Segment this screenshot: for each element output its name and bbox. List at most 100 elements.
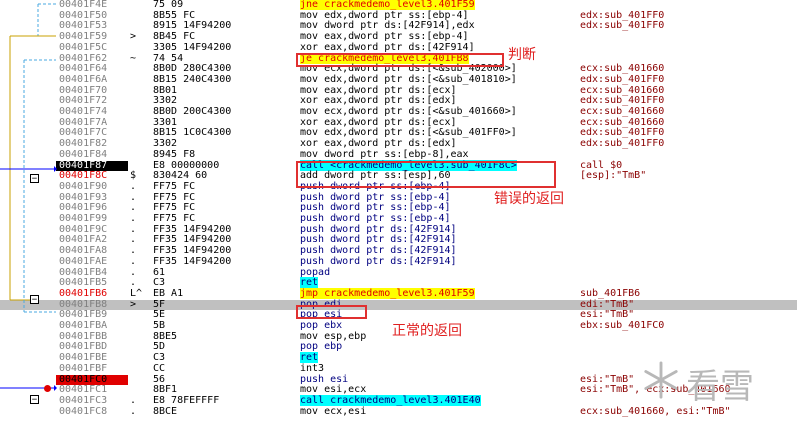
row-instruction: mov dword ptr ss:[ebp-8],eax [300, 148, 575, 161]
instruction-text: int3 [300, 362, 325, 374]
annotation-judge: 判断 [508, 47, 536, 63]
row-address: 00401F5C [59, 41, 108, 53]
row-comment: edx:sub_401FF0 [580, 73, 665, 85]
row-marker [130, 43, 152, 54]
instruction-text: xor eax,dword ptr ds:[42F914] [300, 41, 475, 53]
row-marker: . [130, 405, 137, 417]
disasm-row[interactable]: 00401FBD 5D pop ebp [0, 342, 797, 353]
row-marker [130, 64, 152, 75]
instruction-text: xor eax,dword ptr ds:[ecx] [300, 116, 457, 128]
jump-arrows-gutter [0, 3, 57, 391]
row-marker [130, 107, 152, 118]
row-address: 00401F84 [59, 148, 108, 160]
row-marker [130, 118, 152, 129]
annotation-normal-return: 正常的返回 [392, 323, 462, 339]
instruction-text: xor eax,dword ptr ds:[edx] [300, 95, 457, 107]
instruction-text: push dword ptr ds:[42F914] [300, 245, 457, 257]
instruction-text: mov eax,dword ptr ds:[ecx] [300, 84, 457, 96]
row-address: 00401FC8 [59, 405, 108, 417]
row-marker [130, 342, 152, 353]
instruction-text: mov edx,dword ptr ds:[<&sub_401810>] [300, 73, 517, 85]
row-comment [580, 225, 795, 236]
row-address: 00401FBF [59, 362, 108, 374]
row-marker [130, 75, 152, 86]
row-comment: [esp]:"TmB" [580, 170, 647, 182]
row-bytes: FF75 FC [153, 180, 196, 192]
row-comment [580, 43, 795, 54]
row-marker: . [130, 394, 137, 406]
disasm-row[interactable]: 00401FB6 L^ EB A1 jmp crackmedemo_level3.40… [0, 287, 797, 300]
instruction-text: mov edx,dword ptr ds:[<&sub_401FF0>] [300, 127, 517, 139]
row-comment: ebx:sub_401FC0 [580, 320, 665, 331]
disasm-row[interactable]: 00401FC8. 8BCE mov ecx,esi ecx:sub_401660, … [0, 405, 797, 418]
row-marker [130, 375, 152, 386]
row-comment [580, 235, 795, 246]
highlight-box-pop [296, 305, 367, 319]
instruction-text: mov dword ptr ss:[ebp-8],eax [300, 148, 469, 160]
row-comment: edx:sub_401FF0 [580, 20, 665, 32]
row-comment [580, 32, 795, 43]
annotation-wrong-return: 错误的返回 [494, 191, 564, 207]
instruction-text: mov esp,ebp [300, 330, 367, 342]
row-comment [580, 342, 795, 353]
row-address: 00401F90 [59, 180, 108, 192]
disasm-row[interactable]: 00401FB8 >5F pop edi edi:"TmB" [0, 298, 797, 311]
row-comment [580, 246, 795, 257]
row-comment: edx:sub_401FF0 [580, 138, 665, 150]
row-instruction: push dword ptr ds:[42F914] [300, 256, 575, 268]
row-comment [580, 257, 795, 268]
instruction-text: pop ebx [300, 320, 343, 331]
disasm-row[interactable]: 00401FB4. 61 popad [0, 266, 797, 279]
row-marker [130, 150, 152, 161]
row-address: 00401F6A [59, 73, 108, 85]
row-marker [130, 321, 152, 332]
disasm-row[interactable]: 00401F5C 3305 14F94200 xor eax,dword ptr d… [0, 41, 797, 54]
row-instruction: ret [300, 352, 575, 364]
row-bytes: E8 78FEFFFF [153, 394, 220, 406]
snowflake-icon [644, 361, 678, 399]
row-marker [130, 11, 152, 22]
row-marker: > [130, 31, 137, 43]
row-marker [130, 310, 152, 321]
row-marker [130, 128, 152, 139]
row-marker: . [130, 180, 137, 192]
row-comment [580, 193, 795, 204]
row-marker: L^ [130, 287, 143, 299]
breakpoint-marker[interactable] [44, 385, 51, 392]
row-marker [130, 139, 152, 150]
highlight-box-je [296, 53, 504, 67]
row-instruction: pop ebp [300, 342, 575, 353]
row-comment [580, 214, 795, 225]
row-marker [130, 96, 152, 107]
instruction-text: push dword ptr ds:[42F914] [300, 234, 457, 246]
instruction-text: ret [300, 277, 319, 289]
fold-toggle-2[interactable]: − [30, 295, 39, 305]
row-comment [580, 203, 795, 214]
instruction-text: push dword ptr ss:[ebp-4] [300, 213, 451, 224]
instruction-text: ret [300, 352, 319, 364]
disasm-row[interactable]: 00401F84 8945 F8 mov dword ptr ss:[ebp-8],… [0, 148, 797, 161]
instruction-text: popad [300, 266, 331, 278]
fold-toggle-3[interactable]: − [30, 395, 39, 405]
row-comment [580, 150, 795, 161]
fold-toggle-1[interactable]: − [30, 174, 39, 184]
row-address: 00401FB6 [59, 287, 108, 299]
instruction-text: mov ecx,dword ptr ds:[<&sub_401660>] [300, 106, 517, 117]
row-bytes: FF35 14F94200 [153, 255, 232, 267]
instruction-text: push esi [300, 373, 349, 385]
row-marker [130, 332, 152, 343]
row-address: 00401FAE [59, 255, 108, 267]
row-bytes: 8B15 240C4300 [153, 73, 232, 85]
instruction-text: mov edx,dword ptr ss:[ebp-4] [300, 9, 469, 21]
disasm-row[interactable]: 00401FAE. FF35 14F94200 push dword ptr ds:… [0, 255, 797, 268]
watermark-text: 看雪 [686, 367, 754, 407]
row-bytes: 8945 F8 [153, 148, 196, 160]
instruction-text: jmp crackmedemo_level3.401F59 [300, 287, 475, 299]
row-marker: . [130, 255, 137, 267]
row-marker [130, 364, 152, 375]
instruction-text: jne crackmedemo_level3.401F59 [300, 0, 475, 10]
row-bytes: 5F [153, 298, 166, 310]
row-marker [130, 0, 152, 11]
row-bytes: 8BCE [153, 405, 178, 417]
instruction-text: mov ecx,esi [300, 405, 367, 417]
